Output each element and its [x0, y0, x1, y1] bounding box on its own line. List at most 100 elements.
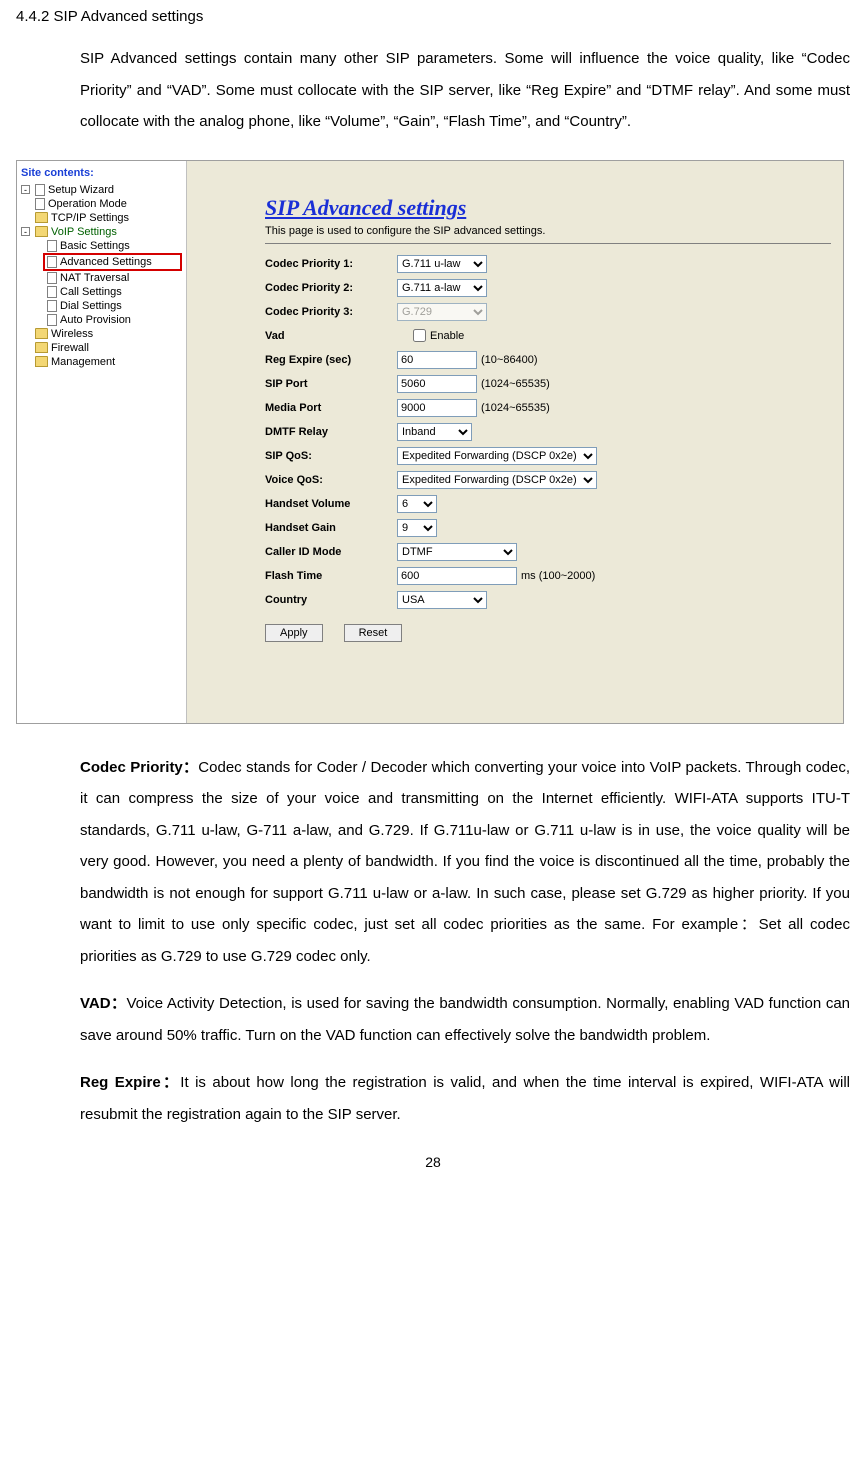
button-row: Apply Reset: [265, 614, 831, 642]
label-media-port: Media Port: [265, 402, 397, 414]
tree-item-auto-provision[interactable]: Auto Provision: [47, 313, 182, 327]
hint-media-port: (1024~65535): [481, 402, 550, 414]
checkbox-vad-enable[interactable]: [413, 329, 426, 342]
label-caller-id: Caller ID Mode: [265, 546, 397, 558]
select-handset-gain[interactable]: 9: [397, 519, 437, 537]
nav-tree-panel: Site contents: - Setup Wizard Operation …: [17, 161, 187, 723]
select-handset-volume[interactable]: 6: [397, 495, 437, 513]
tree-item-label: Advanced Settings: [60, 256, 152, 268]
tree-item-label: VoIP Settings: [51, 226, 117, 238]
select-dtmf[interactable]: Inband: [397, 423, 472, 441]
tree-item-advanced-settings[interactable]: Advanced Settings: [47, 255, 178, 269]
label-codec1: Codec Priority 1:: [265, 258, 397, 270]
row-voice-qos: Voice QoS: Expedited Forwarding (DSCP 0x…: [265, 470, 831, 490]
folder-icon: [35, 342, 48, 353]
tree-item-label: Auto Provision: [60, 314, 131, 326]
desc-reg-label: Reg Expire：: [80, 1074, 180, 1091]
apply-button[interactable]: Apply: [265, 624, 323, 642]
tree-item-label: Setup Wizard: [48, 184, 114, 196]
label-codec2: Codec Priority 2:: [265, 282, 397, 294]
collapse-icon: -: [21, 227, 30, 236]
row-dtmf: DMTF Relay Inband: [265, 422, 831, 442]
tree-item-label: Call Settings: [60, 286, 122, 298]
document-icon: [35, 184, 45, 196]
row-handset-gain: Handset Gain 9: [265, 518, 831, 538]
tree-item-management[interactable]: Management: [21, 355, 182, 369]
input-reg-expire[interactable]: [397, 351, 477, 369]
tree-item-firewall[interactable]: Firewall: [21, 341, 182, 355]
document-icon: [35, 198, 45, 210]
label-dtmf: DMTF Relay: [265, 426, 397, 438]
row-flash-time: Flash Time ms (100~2000): [265, 566, 831, 586]
folder-icon: [35, 328, 48, 339]
desc-codec-priority: Codec Priority：Codec stands for Coder / …: [80, 752, 850, 973]
panel-subtitle: This page is used to configure the SIP a…: [265, 225, 831, 237]
row-caller-id: Caller ID Mode DTMF: [265, 542, 831, 562]
tree-item-basic-settings[interactable]: Basic Settings: [47, 239, 182, 253]
row-country: Country USA: [265, 590, 831, 610]
hint-flash-time: ms (100~2000): [521, 570, 595, 582]
tree-item-label: Management: [51, 356, 115, 368]
folder-icon: [35, 212, 48, 223]
select-codec3[interactable]: G.729: [397, 303, 487, 321]
label-sip-port: SIP Port: [265, 378, 397, 390]
document-icon: [47, 240, 57, 252]
divider: [265, 243, 831, 244]
input-flash-time[interactable]: [397, 567, 517, 585]
label-flash-time: Flash Time: [265, 570, 397, 582]
label-codec3: Codec Priority 3:: [265, 306, 397, 318]
folder-open-icon: [35, 226, 48, 237]
tree-item-nat-traversal[interactable]: NAT Traversal: [47, 271, 182, 285]
document-icon: [47, 314, 57, 326]
desc-vad-label: VAD：: [80, 995, 126, 1012]
row-reg-expire: Reg Expire (sec) (10~86400): [265, 350, 831, 370]
tree-item-setup-wizard[interactable]: - Setup Wizard: [21, 183, 182, 197]
intro-paragraph: SIP Advanced settings contain many other…: [80, 43, 850, 138]
select-codec1[interactable]: G.711 u-law: [397, 255, 487, 273]
tree-item-label: Dial Settings: [60, 300, 122, 312]
label-reg-expire: Reg Expire (sec): [265, 354, 397, 366]
vad-enable-label: Enable: [430, 330, 464, 342]
tree-item-label: TCP/IP Settings: [51, 212, 129, 224]
tree-item-label: Operation Mode: [48, 198, 127, 210]
label-vad: Vad: [265, 330, 397, 342]
tree-item-label: Wireless: [51, 328, 93, 340]
tree-item-label: Firewall: [51, 342, 89, 354]
settings-content-panel: SIP Advanced settings This page is used …: [187, 161, 843, 723]
select-caller-id[interactable]: DTMF: [397, 543, 517, 561]
document-icon: [47, 286, 57, 298]
document-icon: [47, 272, 57, 284]
tree-item-label: Basic Settings: [60, 240, 130, 252]
input-media-port[interactable]: [397, 399, 477, 417]
desc-reg-expire: Reg Expire：It is about how long the regi…: [80, 1067, 850, 1130]
hint-sip-port: (1024~65535): [481, 378, 550, 390]
tree-item-tcpip[interactable]: TCP/IP Settings: [21, 211, 182, 225]
collapse-icon: -: [21, 185, 30, 194]
tree-item-label: NAT Traversal: [60, 272, 129, 284]
row-vad: Vad Enable: [265, 326, 831, 346]
tree-item-operation-mode[interactable]: Operation Mode: [21, 197, 182, 211]
document-icon: [47, 300, 57, 312]
select-voice-qos[interactable]: Expedited Forwarding (DSCP 0x2e): [397, 471, 597, 489]
desc-codec-label: Codec Priority：: [80, 759, 198, 776]
tree-item-wireless[interactable]: Wireless: [21, 327, 182, 341]
panel-title: SIP Advanced settings: [265, 195, 831, 221]
tree-item-dial-settings[interactable]: Dial Settings: [47, 299, 182, 313]
page-number: 28: [16, 1154, 850, 1170]
row-codec1: Codec Priority 1: G.711 u-law: [265, 254, 831, 274]
desc-codec-text: Codec stands for Coder / Decoder which c…: [80, 759, 850, 965]
hint-reg-expire: (10~86400): [481, 354, 538, 366]
desc-vad: VAD：Voice Activity Detection, is used fo…: [80, 988, 850, 1051]
input-sip-port[interactable]: [397, 375, 477, 393]
tree-item-call-settings[interactable]: Call Settings: [47, 285, 182, 299]
select-country[interactable]: USA: [397, 591, 487, 609]
tree-item-advanced-settings-highlight: Advanced Settings: [43, 253, 182, 271]
document-icon: [47, 256, 57, 268]
tree-title: Site contents:: [21, 167, 182, 179]
select-sip-qos[interactable]: Expedited Forwarding (DSCP 0x2e): [397, 447, 597, 465]
reset-button[interactable]: Reset: [344, 624, 403, 642]
tree-item-voip[interactable]: - VoIP Settings: [21, 225, 182, 239]
label-handset-gain: Handset Gain: [265, 522, 397, 534]
label-handset-volume: Handset Volume: [265, 498, 397, 510]
select-codec2[interactable]: G.711 a-law: [397, 279, 487, 297]
